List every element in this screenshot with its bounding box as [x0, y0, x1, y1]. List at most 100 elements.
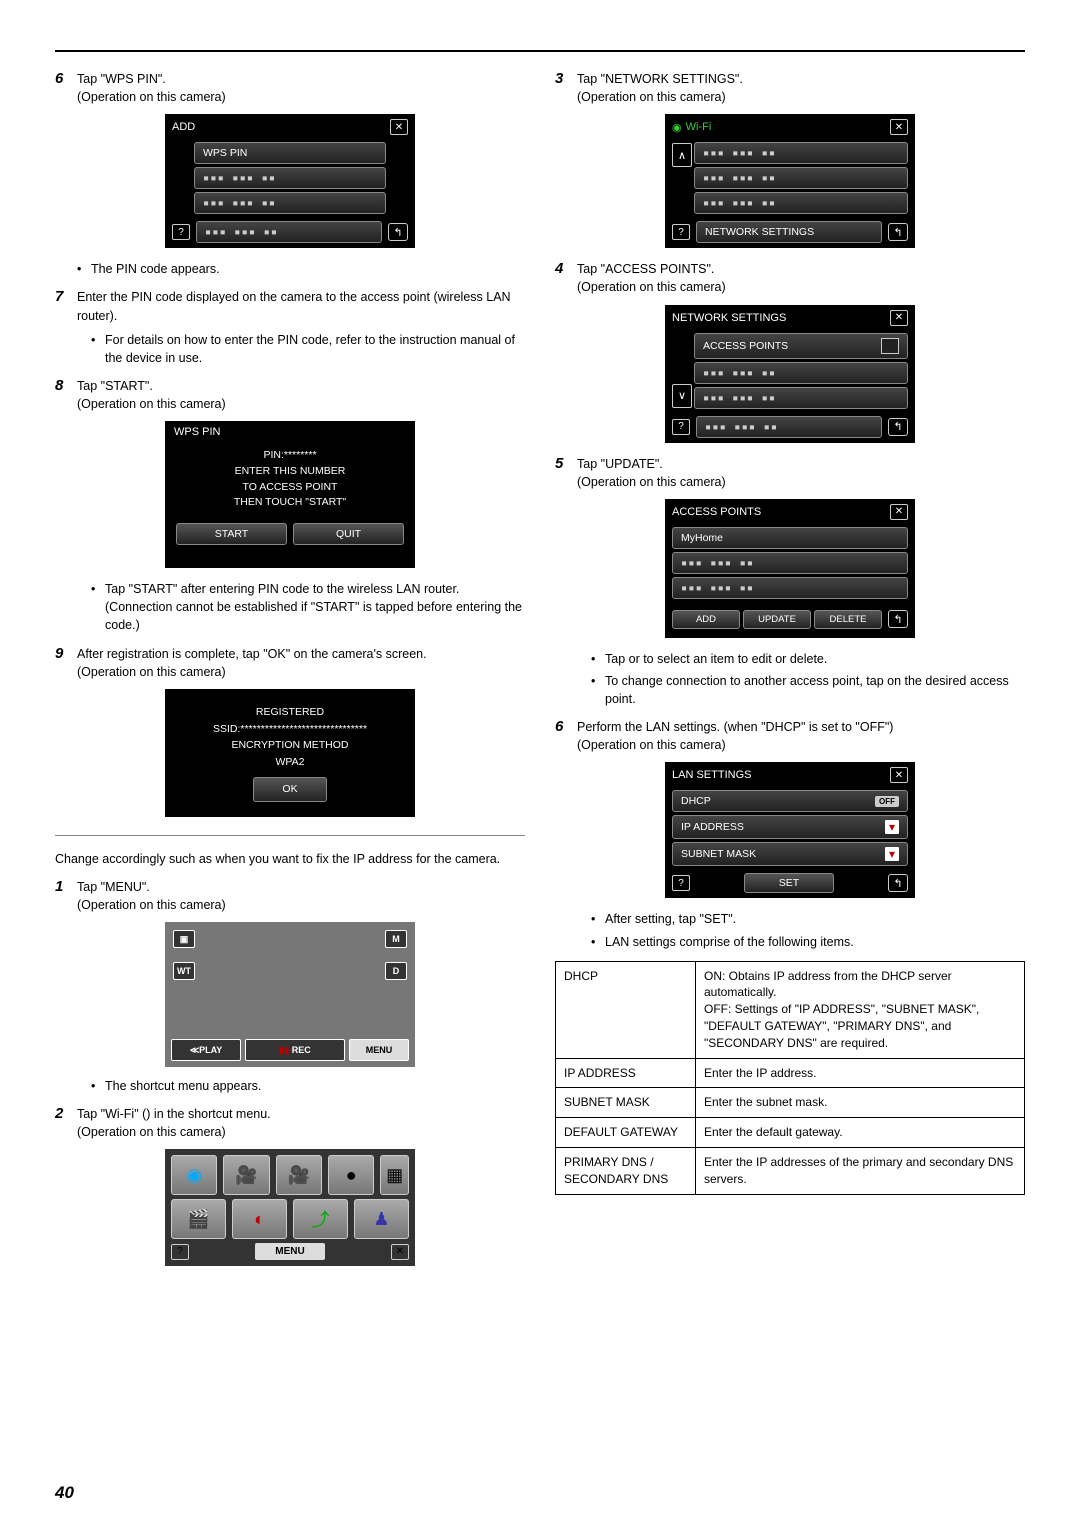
ok-button[interactable]: OK — [253, 777, 326, 802]
placeholder-row[interactable]: ▪▪▪ ▪▪▪ ▪▪ — [694, 387, 908, 409]
update-button[interactable]: UPDATE — [743, 610, 811, 629]
tile[interactable]: ⤴ — [293, 1199, 348, 1239]
tile[interactable]: ● — [328, 1155, 374, 1195]
step-text: Tap "WPS PIN".(Operation on this camera) — [77, 70, 525, 106]
step-text: Tap "ACCESS POINTS".(Operation on this c… — [577, 260, 1025, 296]
back-icon[interactable]: ↰ — [888, 610, 908, 628]
help-icon[interactable]: ? — [672, 419, 690, 435]
step-number: 8 — [55, 377, 77, 413]
placeholder-row[interactable]: ▪▪▪ ▪▪▪ ▪▪ — [194, 192, 386, 214]
bullet: LAN settings comprise of the following i… — [591, 933, 1025, 951]
placeholder-row[interactable]: ▪▪▪ ▪▪▪ ▪▪ — [672, 552, 908, 574]
access-points-row[interactable]: ACCESS POINTS — [694, 333, 908, 359]
screen-lan-settings: LAN SETTINGS✕ DHCPOFF IP ADDRESS▾ SUBNET… — [665, 762, 915, 898]
table-cell: DEFAULT GATEWAY — [556, 1118, 696, 1148]
screen-add: ADD✕ WPS PIN ▪▪▪ ▪▪▪ ▪▪ ▪▪▪ ▪▪▪ ▪▪ ? ▪▪▪… — [165, 114, 415, 248]
ip-address-row[interactable]: IP ADDRESS▾ — [672, 815, 908, 839]
close-icon[interactable]: ✕ — [890, 119, 908, 135]
table-cell: ON: Obtains IP address from the DHCP ser… — [696, 961, 1025, 1058]
bullet: Tap or to select an item to edit or dele… — [591, 650, 1025, 668]
help-icon[interactable]: ? — [672, 224, 690, 240]
wt-button[interactable]: WT — [173, 962, 195, 980]
subnet-mask-row[interactable]: SUBNET MASK▾ — [672, 842, 908, 866]
bullet: Tap "START" after entering PIN code to t… — [91, 580, 525, 634]
d-button[interactable]: D — [385, 962, 407, 980]
back-icon[interactable]: ↰ — [388, 223, 408, 241]
down-arrow-icon[interactable]: ∨ — [672, 384, 692, 408]
close-icon[interactable]: ✕ — [890, 767, 908, 783]
down-chevron-icon: ▾ — [885, 847, 899, 861]
bullet: For details on how to enter the PIN code… — [91, 331, 525, 367]
myhome-row[interactable]: MyHome — [672, 527, 908, 549]
placeholder-row[interactable]: ▪▪▪ ▪▪▪ ▪▪ — [694, 362, 908, 384]
bullet: The PIN code appears. — [77, 260, 525, 278]
step-text: Tap "START".(Operation on this camera) — [77, 377, 525, 413]
up-arrow-icon[interactable]: ∧ — [672, 143, 692, 167]
screen-wifi: ◉ Wi-Fi ✕ ∧ ▪▪▪ ▪▪▪ ▪▪ ▪▪▪ ▪▪▪ ▪▪ ▪▪▪ ▪▪▪… — [665, 114, 915, 248]
delete-button[interactable]: DELETE — [814, 610, 882, 629]
help-icon[interactable]: ? — [172, 224, 190, 240]
placeholder-row[interactable]: ▪▪▪ ▪▪▪ ▪▪ — [696, 416, 882, 438]
menu-button[interactable]: MENU — [349, 1039, 409, 1061]
quit-button[interactable]: QUIT — [293, 523, 404, 545]
table-cell: Enter the default gateway. — [696, 1118, 1025, 1148]
rec-button[interactable]: ▮▮ REC — [245, 1039, 345, 1061]
table-cell: Enter the IP addresses of the primary an… — [696, 1148, 1025, 1195]
help-icon[interactable]: ? — [672, 875, 690, 891]
close-icon[interactable]: ✕ — [391, 1244, 409, 1260]
dhcp-row[interactable]: DHCPOFF — [672, 790, 908, 812]
network-settings-row[interactable]: NETWORK SETTINGS — [696, 221, 882, 243]
tile[interactable]: 🎥 — [276, 1155, 322, 1195]
step-text: Tap "MENU".(Operation on this camera) — [77, 878, 525, 914]
wifi-tile[interactable]: ◉ — [171, 1155, 217, 1195]
wps-message: PIN:******** ENTER THIS NUMBER TO ACCESS… — [166, 442, 414, 517]
checkbox-icon — [881, 338, 899, 354]
placeholder-row[interactable]: ▪▪▪ ▪▪▪ ▪▪ — [194, 167, 386, 189]
close-icon[interactable]: ✕ — [890, 310, 908, 326]
screen-access-points: ACCESS POINTS✕ MyHome ▪▪▪ ▪▪▪ ▪▪ ▪▪▪ ▪▪▪… — [665, 499, 915, 638]
table-cell: PRIMARY DNS / SECONDARY DNS — [556, 1148, 696, 1195]
close-icon[interactable]: ✕ — [390, 119, 408, 135]
placeholder-row[interactable]: ▪▪▪ ▪▪▪ ▪▪ — [694, 142, 908, 164]
step-text: Enter the PIN code displayed on the came… — [77, 288, 525, 324]
m-button[interactable]: M — [385, 930, 407, 948]
paragraph: Change accordingly such as when you want… — [55, 850, 525, 868]
step-number: 6 — [555, 718, 577, 754]
tile[interactable]: ◐ — [232, 1199, 287, 1239]
menu-button[interactable]: MENU — [255, 1243, 324, 1260]
section-divider — [55, 835, 525, 836]
add-button[interactable]: ADD — [672, 610, 740, 629]
tile[interactable]: 🎬 — [171, 1199, 226, 1239]
encryption-label: ENCRYPTION METHOD — [176, 737, 404, 754]
mode-icon[interactable]: ▣ — [173, 930, 195, 948]
placeholder-row[interactable]: ▪▪▪ ▪▪▪ ▪▪ — [694, 167, 908, 189]
close-icon[interactable]: ✕ — [890, 504, 908, 520]
step-number: 9 — [55, 645, 77, 681]
play-button[interactable]: ≪PLAY — [171, 1039, 241, 1061]
placeholder-row[interactable]: ▪▪▪ ▪▪▪ ▪▪ — [196, 221, 382, 243]
step-text: Tap "UPDATE".(Operation on this camera) — [577, 455, 1025, 491]
bullet: To change connection to another access p… — [591, 672, 1025, 708]
screen-title: WPS PIN — [166, 422, 414, 442]
placeholder-row[interactable]: ▪▪▪ ▪▪▪ ▪▪ — [672, 577, 908, 599]
tile[interactable]: ♟ — [354, 1199, 409, 1239]
step-text: Perform the LAN settings. (when "DHCP" i… — [577, 718, 1025, 754]
lan-settings-table: DHCPON: Obtains IP address from the DHCP… — [555, 961, 1025, 1195]
back-icon[interactable]: ↰ — [888, 874, 908, 892]
start-button[interactable]: START — [176, 523, 287, 545]
placeholder-row[interactable]: ▪▪▪ ▪▪▪ ▪▪ — [694, 192, 908, 214]
tile[interactable]: 🎥 — [223, 1155, 269, 1195]
back-icon[interactable]: ↰ — [888, 418, 908, 436]
step-number: 5 — [555, 455, 577, 491]
back-icon[interactable]: ↰ — [888, 223, 908, 241]
screen-registered: REGISTERED SSID:************************… — [165, 689, 415, 817]
wps-pin-row[interactable]: WPS PIN — [194, 142, 386, 164]
left-column: 6 Tap "WPS PIN".(Operation on this camer… — [55, 70, 525, 1276]
shortcut-menu-screen: ◉ 🎥 🎥 ● ▦ 🎬 ◐ ⤴ ♟ ? MENU ✕ — [165, 1149, 415, 1266]
help-icon[interactable]: ? — [171, 1244, 189, 1260]
table-cell: IP ADDRESS — [556, 1058, 696, 1088]
wifi-title: ◉ Wi-Fi — [672, 121, 711, 134]
step-number: 3 — [555, 70, 577, 106]
set-button[interactable]: SET — [744, 873, 834, 893]
tile[interactable]: ▦ — [380, 1155, 409, 1195]
